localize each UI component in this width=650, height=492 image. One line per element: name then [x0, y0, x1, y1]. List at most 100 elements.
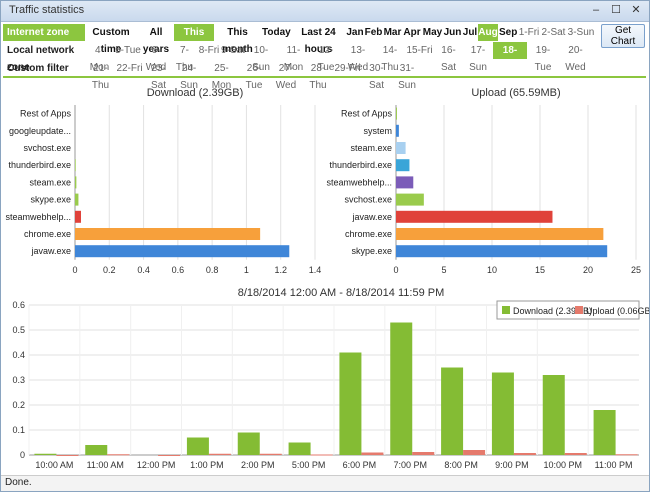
filter-option[interactable]: 15-Fri — [406, 42, 433, 59]
app-label: steam.exe — [350, 143, 392, 153]
filter-option[interactable]: This year — [174, 24, 214, 55]
filter-option[interactable]: Jul — [462, 24, 478, 41]
bar — [75, 193, 79, 206]
filter-option[interactable]: 31-Sun — [392, 60, 422, 91]
filter-option[interactable]: Jun — [443, 24, 462, 41]
x-tick-label: 0.4 — [137, 265, 150, 275]
filter-option[interactable]: 7-Thu — [172, 42, 197, 73]
filter-option[interactable]: 5-Tue — [115, 42, 141, 59]
filter-zone-label[interactable]: Custom filter — [3, 60, 85, 77]
filter-option[interactable]: This month — [215, 24, 260, 55]
upload-bar — [56, 455, 79, 456]
x-tick-label: 1.2 — [274, 265, 287, 275]
filter-option[interactable]: 13-Wed — [342, 42, 374, 73]
filter-option[interactable]: 1-Fri — [518, 24, 540, 41]
minimize-icon[interactable]: – — [587, 3, 605, 18]
upload-bar — [158, 455, 181, 456]
app-label: skype.exe — [30, 195, 71, 205]
download-bar — [237, 432, 260, 455]
app-label: steamwebhelp... — [326, 177, 392, 187]
filter-option[interactable]: 24-Sun — [174, 60, 204, 91]
app-label: javaw.exe — [351, 212, 392, 222]
filter-option[interactable]: 19-Tue — [528, 42, 558, 73]
filter-row: Internet zone Custom time All years This ye… — [3, 24, 599, 55]
status-bar: Done. — [1, 475, 649, 491]
filter-option[interactable]: Sep — [499, 24, 517, 41]
filter-option[interactable]: 21-Thu — [86, 60, 115, 91]
filter-option[interactable]: 25-Mon — [205, 60, 238, 91]
app-label: Rest of Apps — [20, 109, 72, 119]
get-chart-button[interactable]: Get Chart — [601, 24, 645, 48]
filter-option[interactable]: 28-Thu — [303, 60, 333, 91]
filter-option[interactable]: 29-Fri — [334, 60, 361, 77]
filter-option[interactable]: 10-Sun — [246, 42, 276, 73]
x-tick-label: 1 — [244, 265, 249, 275]
download-bar-chart: 0 0.2 0.4 0.6 0.8 1 1.2 1.4 Rest of Apps googleup… — [5, 105, 321, 275]
filter-option[interactable]: Aug — [478, 24, 498, 41]
download-bar — [593, 410, 616, 455]
filter-option[interactable]: 23-Sat — [144, 60, 173, 91]
app-label: chrome.exe — [345, 229, 392, 239]
download-bar — [542, 375, 565, 455]
filter-option[interactable]: Jan — [346, 24, 364, 41]
filter-option[interactable]: 6-Wed — [142, 42, 170, 73]
filter-option[interactable]: 3-Sun — [567, 24, 595, 41]
close-icon[interactable]: ✕ — [627, 3, 645, 18]
bar — [396, 210, 553, 223]
filter-option[interactable]: Today — [262, 24, 291, 41]
filter-zone-label[interactable]: Local network zone — [3, 42, 85, 73]
filter-zone-label[interactable]: Internet zone — [3, 24, 85, 41]
download-bar — [491, 372, 514, 455]
bar — [396, 245, 608, 258]
filter-option[interactable]: 27-Wed — [270, 60, 302, 91]
filter-row: Custom filter 21-Thu 22-Fri 23-Sat 24-Sun 25-… — [3, 60, 599, 91]
filter-option[interactable]: 8-Fri — [198, 42, 220, 59]
y-tick-label: 0.3 — [12, 375, 25, 385]
title-bar[interactable]: Traffic statistics – ☐ ✕ — [1, 1, 649, 22]
filter-option[interactable]: May — [422, 24, 443, 41]
bar — [396, 228, 604, 240]
y-tick-label: 0 — [20, 450, 25, 460]
filter-option[interactable]: 2-Sat — [541, 24, 566, 41]
filter-option[interactable]: 12-Tue — [311, 42, 341, 73]
filter-option[interactable]: 26-Tue — [239, 60, 269, 91]
filter-row: Local network zone 4-Mon 5-Tue 6-Wed 7-Thu 8-… — [3, 42, 599, 73]
filter-option[interactable]: Last 24 hours — [291, 24, 346, 55]
filter-option[interactable]: 16-Sat — [434, 42, 463, 73]
x-tick-label: 0.8 — [206, 265, 219, 275]
filter-option[interactable]: 17-Sun — [464, 42, 492, 73]
bar — [75, 176, 77, 189]
app-label: thunderbird.exe — [8, 160, 71, 170]
app-label: Rest of Apps — [341, 109, 393, 119]
maximize-icon[interactable]: ☐ — [607, 3, 625, 18]
bar — [396, 142, 406, 154]
filter-option[interactable]: All years — [139, 24, 173, 55]
filter-option[interactable]: 18-Mon — [493, 42, 527, 73]
filter-option[interactable]: 4-Mon — [86, 42, 113, 73]
filter-option[interactable]: 9-Sat — [221, 42, 245, 59]
x-tick-label: 8:00 PM — [444, 460, 478, 470]
y-tick-label: 0.2 — [12, 400, 25, 410]
filter-option[interactable]: Custom time — [86, 24, 136, 55]
filter-option[interactable]: 14-Thu — [375, 42, 405, 73]
download-bar — [34, 453, 57, 455]
x-tick-label: 1.4 — [309, 265, 321, 275]
legend-upload-swatch — [575, 306, 583, 314]
filter-option[interactable]: 20-Wed — [559, 42, 592, 73]
filter-option[interactable]: Feb — [364, 24, 383, 41]
filter-option[interactable]: Apr — [402, 24, 422, 41]
x-tick-label: 10 — [487, 265, 497, 275]
bar — [75, 245, 290, 258]
x-tick-label: 9:00 PM — [495, 460, 529, 470]
upload-bar — [564, 453, 587, 455]
download-bar — [288, 442, 311, 455]
bar — [396, 107, 397, 120]
filter-option[interactable]: 30-Sat — [362, 60, 391, 91]
app-label: googleupdate... — [9, 126, 71, 136]
filter-option[interactable]: 11-Mon — [277, 42, 310, 73]
filter-option[interactable]: Mar — [383, 24, 402, 41]
x-tick-label: 25 — [631, 265, 641, 275]
x-tick-label: 5 — [441, 265, 446, 275]
filter-option[interactable]: 22-Fri — [116, 60, 143, 77]
bar — [396, 176, 414, 189]
